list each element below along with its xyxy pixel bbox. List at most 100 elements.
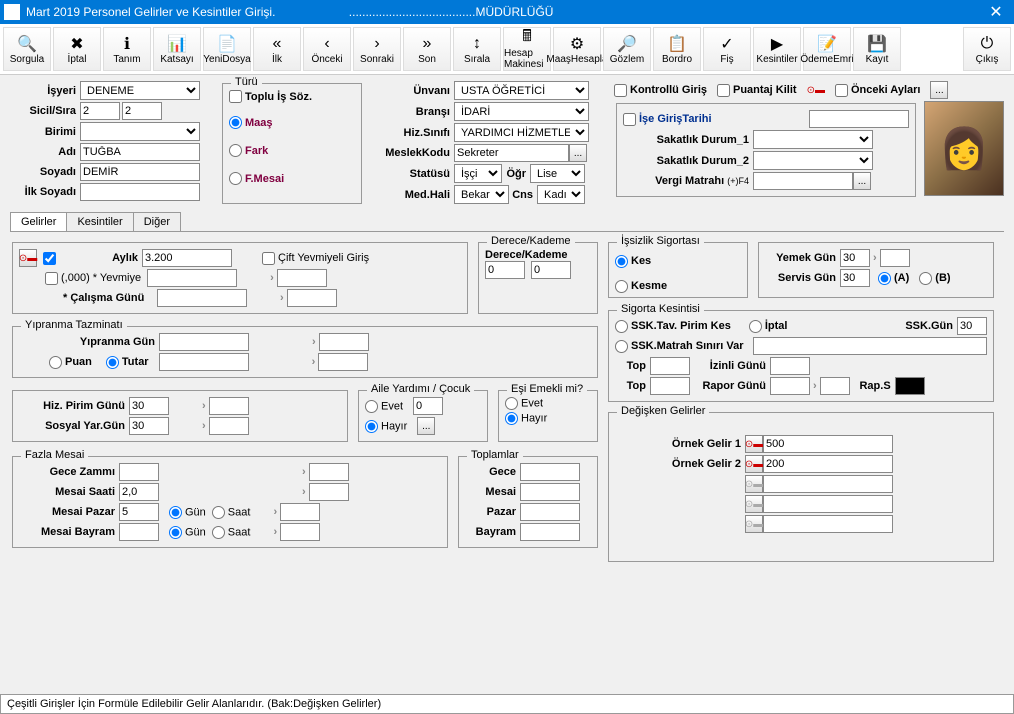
puantaj-check[interactable]: Puantaj Kilit [717,84,797,97]
toolbar-hesap makinesi[interactable]: 🖩Hesap Makinesi [503,27,551,71]
onceki-check[interactable]: Önceki Ayları [835,84,921,97]
kesme-radio[interactable]: Kesme [615,280,671,292]
rapor-alt-input[interactable] [820,377,850,395]
degisken-key-5[interactable]: ⊙▬ [745,515,763,533]
degisken-key-3[interactable]: ⊙▬ [745,475,763,493]
meslek-lookup-button[interactable]: ... [569,144,587,162]
iptal-radio[interactable]: İptal [749,320,792,333]
ab-b-radio[interactable]: (B) [919,272,954,285]
puan-tutar-alt-input[interactable] [318,353,368,371]
hizsinifi-select[interactable]: YARDIMCI HİZMETLER [454,123,589,142]
isegiris-check[interactable]: İşe GirişTarihi [623,113,712,126]
raps-input[interactable] [895,377,925,395]
soyadi-input[interactable] [80,163,200,181]
toplu-is-check[interactable]: Toplu İş Söz. [229,90,312,103]
ciftyevmiye-check[interactable]: Çift Yevmiyeli Giriş [262,252,369,265]
fark-radio[interactable]: Fark [229,144,268,157]
degisken-key-4[interactable]: ⊙▬ [745,495,763,513]
bayram-input[interactable] [520,523,580,541]
tab-diger[interactable]: Diğer [133,212,181,231]
yipranmagun-input[interactable] [159,333,249,351]
vergi-lookup-button[interactable]: ... [853,172,871,190]
servisgun-input[interactable] [840,269,870,287]
vergimatrah-input[interactable] [753,172,853,190]
isegiris-input[interactable] [809,110,909,128]
gecezammi-input[interactable] [119,463,159,481]
ogr-select[interactable]: Lise [530,164,585,183]
toolbar-gözlem[interactable]: 🔎Gözlem [603,27,651,71]
toolbar-kesintiler[interactable]: ▶Kesintiler [753,27,801,71]
toolbar-son[interactable]: »Son [403,27,451,71]
sosyalyar-input[interactable] [129,417,169,435]
toolbar-sonraki[interactable]: ›Sonraki [353,27,401,71]
aile-evet-radio[interactable]: Evet [365,400,403,413]
sicil-input-1[interactable] [80,102,120,120]
yevmiye-check[interactable]: (,000) * Yevmiye [45,272,141,285]
toolbar-sorgula[interactable]: 🔍Sorgula [3,27,51,71]
yemekgun-alt-input[interactable] [880,249,910,267]
status-select[interactable]: İşçi [454,164,502,183]
medhal-select[interactable]: Bekar [454,185,509,204]
yevmiye-input[interactable] [147,269,237,287]
kes-radio[interactable]: Kes [615,255,655,267]
fmesai-radio[interactable]: F.Mesai [229,172,284,185]
tab-kesintiler[interactable]: Kesintiler [66,212,133,231]
ornek2-key-button[interactable]: ⊙▬ [745,455,763,473]
yevmiye-alt-input[interactable] [277,269,327,287]
ab-a-radio[interactable]: (A) [878,272,913,285]
kademe-input[interactable] [531,261,571,279]
cns-select[interactable]: Kadın [537,185,585,204]
sskmatrah-radio[interactable]: SSK.Matrah Sınırı Var [615,340,747,353]
sicil-input-2[interactable] [122,102,162,120]
mesaipazar-alt-input[interactable] [280,503,320,521]
mesaibayram-input[interactable] [119,523,159,541]
mesai-input[interactable] [520,483,580,501]
close-button[interactable]: ✕ [982,2,1010,22]
top2-input[interactable] [650,377,690,395]
yipranma-alt-input[interactable] [319,333,369,351]
toolbar-i̇ptal[interactable]: ✖İptal [53,27,101,71]
birimi-select[interactable] [80,122,200,141]
toolbar-bordro[interactable]: 📋Bordro [653,27,701,71]
maas-radio[interactable]: Maaş [229,116,273,129]
kontrollu-check[interactable]: Kontrollü Giriş [614,84,707,97]
mesaisaati-input[interactable] [119,483,159,501]
toolbar-önceki[interactable]: ‹Önceki [303,27,351,71]
aile-lookup-button[interactable]: ... [417,417,435,435]
sskmatrah-input[interactable] [753,337,987,355]
cocuk-input[interactable] [413,397,443,415]
puan-radio[interactable]: Puan [49,356,96,369]
hizprim-alt-input[interactable] [209,397,249,415]
toolbar-i̇lk[interactable]: «İlk [253,27,301,71]
gece-input[interactable] [520,463,580,481]
pazar-gun-radio[interactable]: Gün [169,506,206,519]
ornek1-input[interactable] [763,435,893,453]
toolbar-fiş[interactable]: ✓Fiş [703,27,751,71]
toolbar-yenidosya[interactable]: 📄YeniDosya [203,27,251,71]
mesaipazar-input[interactable] [119,503,159,521]
yemekgun-input[interactable] [840,249,870,267]
esemekli-evet-radio[interactable]: Evet [505,397,543,410]
toolbar-kayıt[interactable]: 💾Kayıt [853,27,901,71]
toolbar-ödemeemri[interactable]: 📝ÖdemeEmri [803,27,851,71]
sskgun-input[interactable] [957,317,987,335]
meslek-input[interactable] [454,144,569,162]
calisma-alt-input[interactable] [287,289,337,307]
key-button-1[interactable]: ⊙▬ [19,249,37,267]
ilksoyadi-input[interactable] [80,183,200,201]
calisma-input[interactable] [157,289,247,307]
esemekli-hayir-radio[interactable]: Hayır [505,412,547,425]
degisken-input-4[interactable] [763,495,893,513]
sosyalyar-alt-input[interactable] [209,417,249,435]
top1-input[interactable] [650,357,690,375]
tab-gelirler[interactable]: Gelirler [10,212,67,231]
bayram-gun-radio[interactable]: Gün [169,526,206,539]
adi-input[interactable] [80,143,200,161]
ssktav-radio[interactable]: SSK.Tav. Pirim Kes [615,320,735,333]
toolbar-sırala[interactable]: ↕Sırala [453,27,501,71]
bayram-saat-radio[interactable]: Saat [212,526,251,539]
unvani-select[interactable]: USTA ÖĞRETİCİ [454,81,589,100]
ornek1-key-button[interactable]: ⊙▬ [745,435,763,453]
ornek2-input[interactable] [763,455,893,473]
toolbar-katsayı[interactable]: 📊Katsayı [153,27,201,71]
